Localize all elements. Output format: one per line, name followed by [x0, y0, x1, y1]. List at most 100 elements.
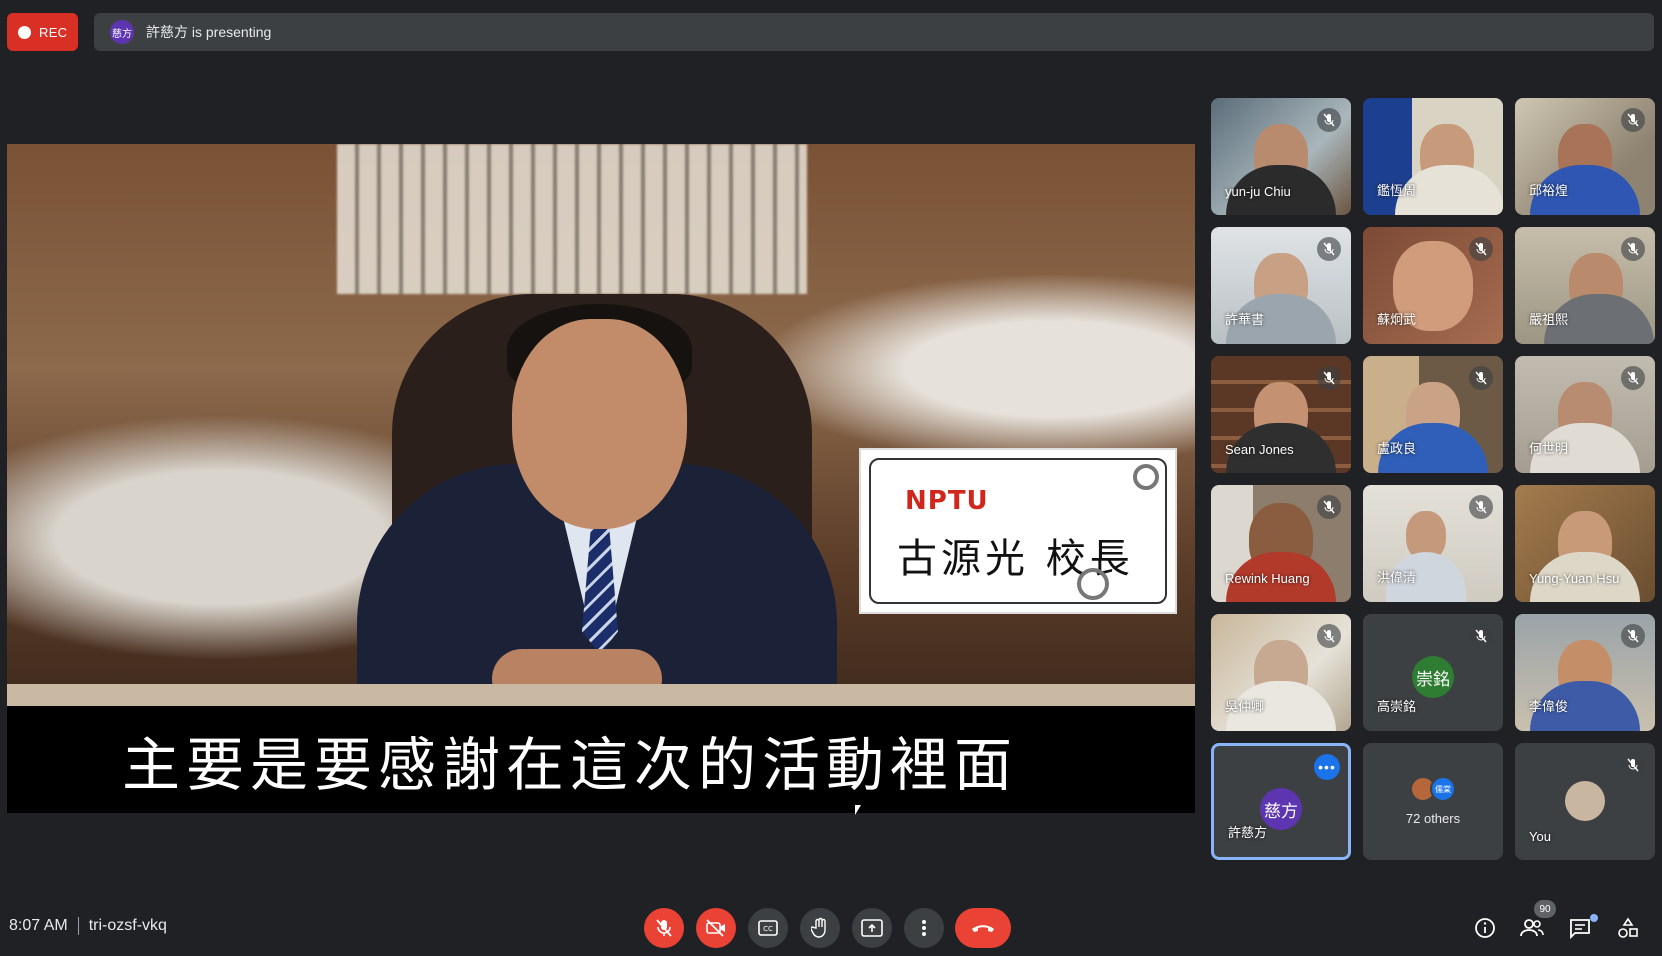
- participant-name: 許華書: [1225, 312, 1265, 327]
- mic-off-icon: [1317, 624, 1341, 648]
- ring-decoration-icon: [1133, 464, 1159, 490]
- info-icon: [1475, 918, 1495, 938]
- participant-name: 何世明: [1529, 441, 1569, 456]
- participant-name: 蘇炯武: [1377, 312, 1417, 327]
- closed-captions-icon: CC: [758, 920, 778, 936]
- self-tile[interactable]: You: [1515, 743, 1655, 860]
- mic-off-icon: [1469, 366, 1493, 390]
- mic-off-icon: [1469, 624, 1493, 648]
- participant-count-badge: 90: [1534, 900, 1556, 918]
- presenter-avatar: 慈方: [110, 20, 134, 44]
- speaker-face: [512, 319, 687, 529]
- participant-name: 鑑恆周: [1377, 183, 1417, 198]
- captions-button[interactable]: CC: [748, 908, 788, 948]
- mic-off-icon: [1317, 108, 1341, 132]
- participant-name: Rewink Huang: [1225, 571, 1310, 586]
- meeting-info: 8:07 AM tri-ozsf-vkq: [9, 917, 167, 935]
- participant-name: yun-ju Chiu: [1225, 184, 1291, 199]
- present-screen-icon: [861, 919, 883, 937]
- participant-avatar: 崇銘: [1412, 656, 1454, 698]
- raise-hand-button[interactable]: [800, 908, 840, 948]
- mic-off-icon: [1469, 237, 1493, 261]
- participant-tile[interactable]: Sean Jones: [1211, 356, 1351, 473]
- participant-name: 盧政良: [1377, 441, 1417, 456]
- ring-decoration-icon: [1077, 568, 1109, 600]
- more-options-button[interactable]: [904, 908, 944, 948]
- participant-name: Sean Jones: [1225, 442, 1294, 457]
- participant-name: 吳仲卿: [1225, 699, 1265, 714]
- mouse-cursor-icon: [855, 805, 861, 815]
- camera-off-icon: [706, 919, 725, 937]
- mic-off-icon: [1621, 753, 1645, 777]
- mic-off-icon: [1469, 495, 1493, 519]
- more-vert-icon: [922, 920, 926, 936]
- presentation-stage[interactable]: NPTU 古源光 校長 主要是要感謝在這次的活動裡面: [7, 144, 1195, 813]
- participant-tile[interactable]: 崇銘 高崇銘: [1363, 614, 1503, 731]
- participant-tile[interactable]: 盧政良: [1363, 356, 1503, 473]
- others-tile[interactable]: 儒棠 72 others: [1363, 743, 1503, 860]
- meeting-code: tri-ozsf-vkq: [88, 917, 167, 934]
- unread-indicator: [1590, 914, 1598, 922]
- meeting-details-button[interactable]: [1469, 912, 1501, 944]
- participant-tile[interactable]: 許華書: [1211, 227, 1351, 344]
- presentation-video: NPTU 古源光 校長: [7, 144, 1195, 709]
- people-icon: [1520, 919, 1544, 937]
- mic-off-icon: [1621, 624, 1645, 648]
- desk: [7, 684, 1195, 706]
- participant-name: 邱裕煌: [1529, 183, 1569, 198]
- mic-off-icon: [1317, 366, 1341, 390]
- participant-tile[interactable]: 洪偉清: [1363, 485, 1503, 602]
- presenter-tile[interactable]: 慈方 ••• 許慈方: [1211, 743, 1351, 860]
- participant-name: 李偉俊: [1529, 699, 1569, 714]
- participant-tile[interactable]: 蘇炯武: [1363, 227, 1503, 344]
- presenting-text: 許慈方 is presenting: [146, 24, 272, 40]
- mic-off-icon: [1317, 237, 1341, 261]
- mic-off-icon: [1621, 237, 1645, 261]
- mic-off-icon: [1317, 495, 1341, 519]
- hang-up-icon: [972, 925, 994, 932]
- presenting-banner: 慈方 許慈方 is presenting: [94, 13, 1654, 51]
- chat-icon: [1570, 919, 1590, 939]
- recording-label: REC: [39, 24, 68, 40]
- nptu-logo: NPTU: [905, 486, 989, 516]
- participant-avatar: 儒棠: [1430, 776, 1456, 802]
- participant-name: 嚴祖熙: [1529, 312, 1569, 327]
- more-options-icon[interactable]: •••: [1314, 754, 1340, 780]
- participant-tile[interactable]: 邱裕煌: [1515, 98, 1655, 215]
- mic-off-icon: [656, 919, 672, 937]
- record-dot-icon: [18, 25, 31, 39]
- subtitle-text: 主要是要感謝在這次的活動裡面: [122, 730, 1019, 799]
- svg-text:CC: CC: [763, 925, 773, 933]
- recording-indicator[interactable]: REC: [7, 13, 78, 51]
- subtitle-band: 主要是要感謝在這次的活動裡面: [7, 706, 1195, 813]
- divider: [77, 917, 79, 935]
- participant-tile[interactable]: Rewink Huang: [1211, 485, 1351, 602]
- participant-tile[interactable]: 何世明: [1515, 356, 1655, 473]
- participant-name: You: [1529, 829, 1551, 844]
- name-card: NPTU 古源光 校長: [859, 448, 1177, 614]
- clock-time: 8:07 AM: [9, 917, 68, 934]
- activities-icon: [1618, 917, 1638, 938]
- self-avatar: [1565, 781, 1605, 821]
- others-count: 72 others: [1405, 811, 1461, 826]
- participant-tile[interactable]: 嚴祖熙: [1515, 227, 1655, 344]
- participant-name: Yung-Yuan Hsu: [1529, 571, 1620, 586]
- others-avatars: 儒棠: [1410, 776, 1456, 802]
- activities-button[interactable]: [1612, 912, 1644, 944]
- participant-tile[interactable]: yun-ju Chiu: [1211, 98, 1351, 215]
- mic-off-icon: [1621, 108, 1645, 132]
- participant-tile[interactable]: 李偉俊: [1515, 614, 1655, 731]
- present-screen-button[interactable]: [852, 908, 892, 948]
- camera-toggle-button[interactable]: [696, 908, 736, 948]
- participant-name: 洪偉清: [1377, 570, 1417, 585]
- participant-tile[interactable]: Yung-Yuan Hsu: [1515, 485, 1655, 602]
- calligraphy-scroll: [337, 144, 807, 294]
- hand-icon: [811, 917, 826, 938]
- mic-off-icon: [1621, 366, 1645, 390]
- participant-tile[interactable]: 鑑恆周: [1363, 98, 1503, 215]
- mic-toggle-button[interactable]: [644, 908, 684, 948]
- leave-call-button[interactable]: [955, 908, 1011, 948]
- participant-name: 高崇銘: [1377, 699, 1417, 714]
- participant-name: 許慈方: [1228, 825, 1268, 840]
- participant-tile[interactable]: 吳仲卿: [1211, 614, 1351, 731]
